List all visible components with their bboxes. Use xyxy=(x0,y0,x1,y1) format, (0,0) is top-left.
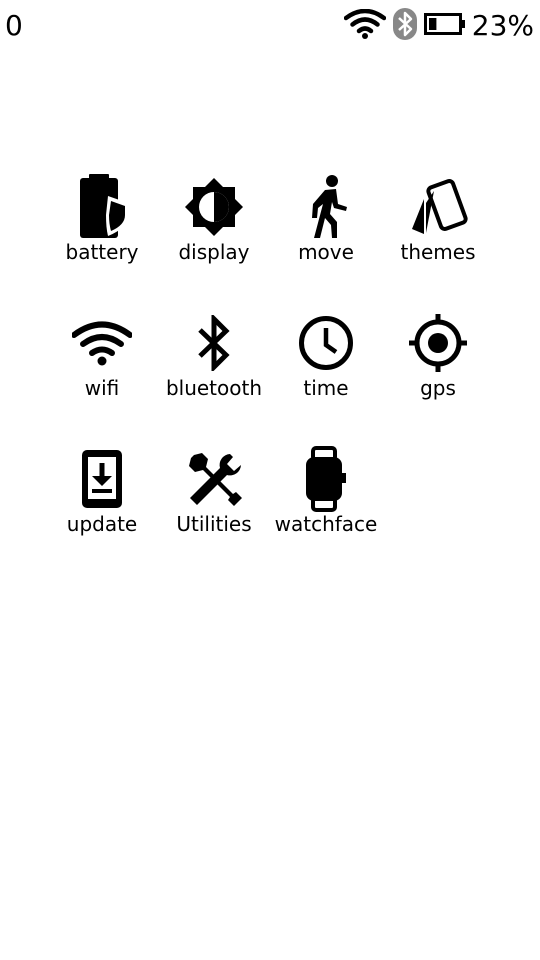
app-label: battery xyxy=(65,240,139,264)
app-label: wifi xyxy=(84,376,120,400)
wifi-icon xyxy=(343,8,387,43)
status-bar: 0 23% xyxy=(0,0,540,54)
app-wifi[interactable]: wifi xyxy=(46,310,158,446)
watch-icon xyxy=(294,446,358,512)
status-icons: 23% xyxy=(343,7,534,45)
app-row: wifi bluetooth time gps xyxy=(46,310,494,446)
app-label: move xyxy=(298,240,354,264)
app-display[interactable]: display xyxy=(158,174,270,310)
app-time[interactable]: time xyxy=(270,310,382,446)
app-gps[interactable]: gps xyxy=(382,310,494,446)
bluetooth-icon xyxy=(182,310,246,376)
wifi-icon xyxy=(70,310,134,376)
app-utilities[interactable]: Utilities xyxy=(158,446,270,582)
app-label: update xyxy=(66,512,138,536)
app-move[interactable]: move xyxy=(270,174,382,310)
battery-shield-icon xyxy=(70,174,134,240)
app-label: display xyxy=(178,240,250,264)
app-battery[interactable]: battery xyxy=(46,174,158,310)
battery-percent: 23% xyxy=(471,9,534,42)
app-label: themes xyxy=(400,240,476,264)
status-left-text: 0 xyxy=(5,9,23,42)
app-themes[interactable]: themes xyxy=(382,174,494,310)
app-watchface[interactable]: watchface xyxy=(270,446,382,582)
battery-icon xyxy=(423,12,466,40)
app-label: bluetooth xyxy=(165,376,263,400)
phone-download-icon xyxy=(70,446,134,512)
cards-icon xyxy=(406,174,470,240)
app-label: Utilities xyxy=(176,512,252,536)
battery-fill xyxy=(428,18,437,30)
app-label: time xyxy=(303,376,349,400)
app-grid: battery display move themes wifi bluetoo… xyxy=(46,174,494,582)
app-bluetooth[interactable]: bluetooth xyxy=(158,310,270,446)
app-label: watchface xyxy=(274,512,378,536)
app-update[interactable]: update xyxy=(46,446,158,582)
app-row: update Utilities watchface xyxy=(46,446,494,582)
brightness-icon xyxy=(182,174,246,240)
bluetooth-icon xyxy=(392,7,418,45)
crosshair-icon xyxy=(406,310,470,376)
app-label: gps xyxy=(420,376,456,400)
clock-icon xyxy=(294,310,358,376)
tools-icon xyxy=(182,446,246,512)
app-row: battery display move themes xyxy=(46,174,494,310)
walking-person-icon xyxy=(294,174,358,240)
